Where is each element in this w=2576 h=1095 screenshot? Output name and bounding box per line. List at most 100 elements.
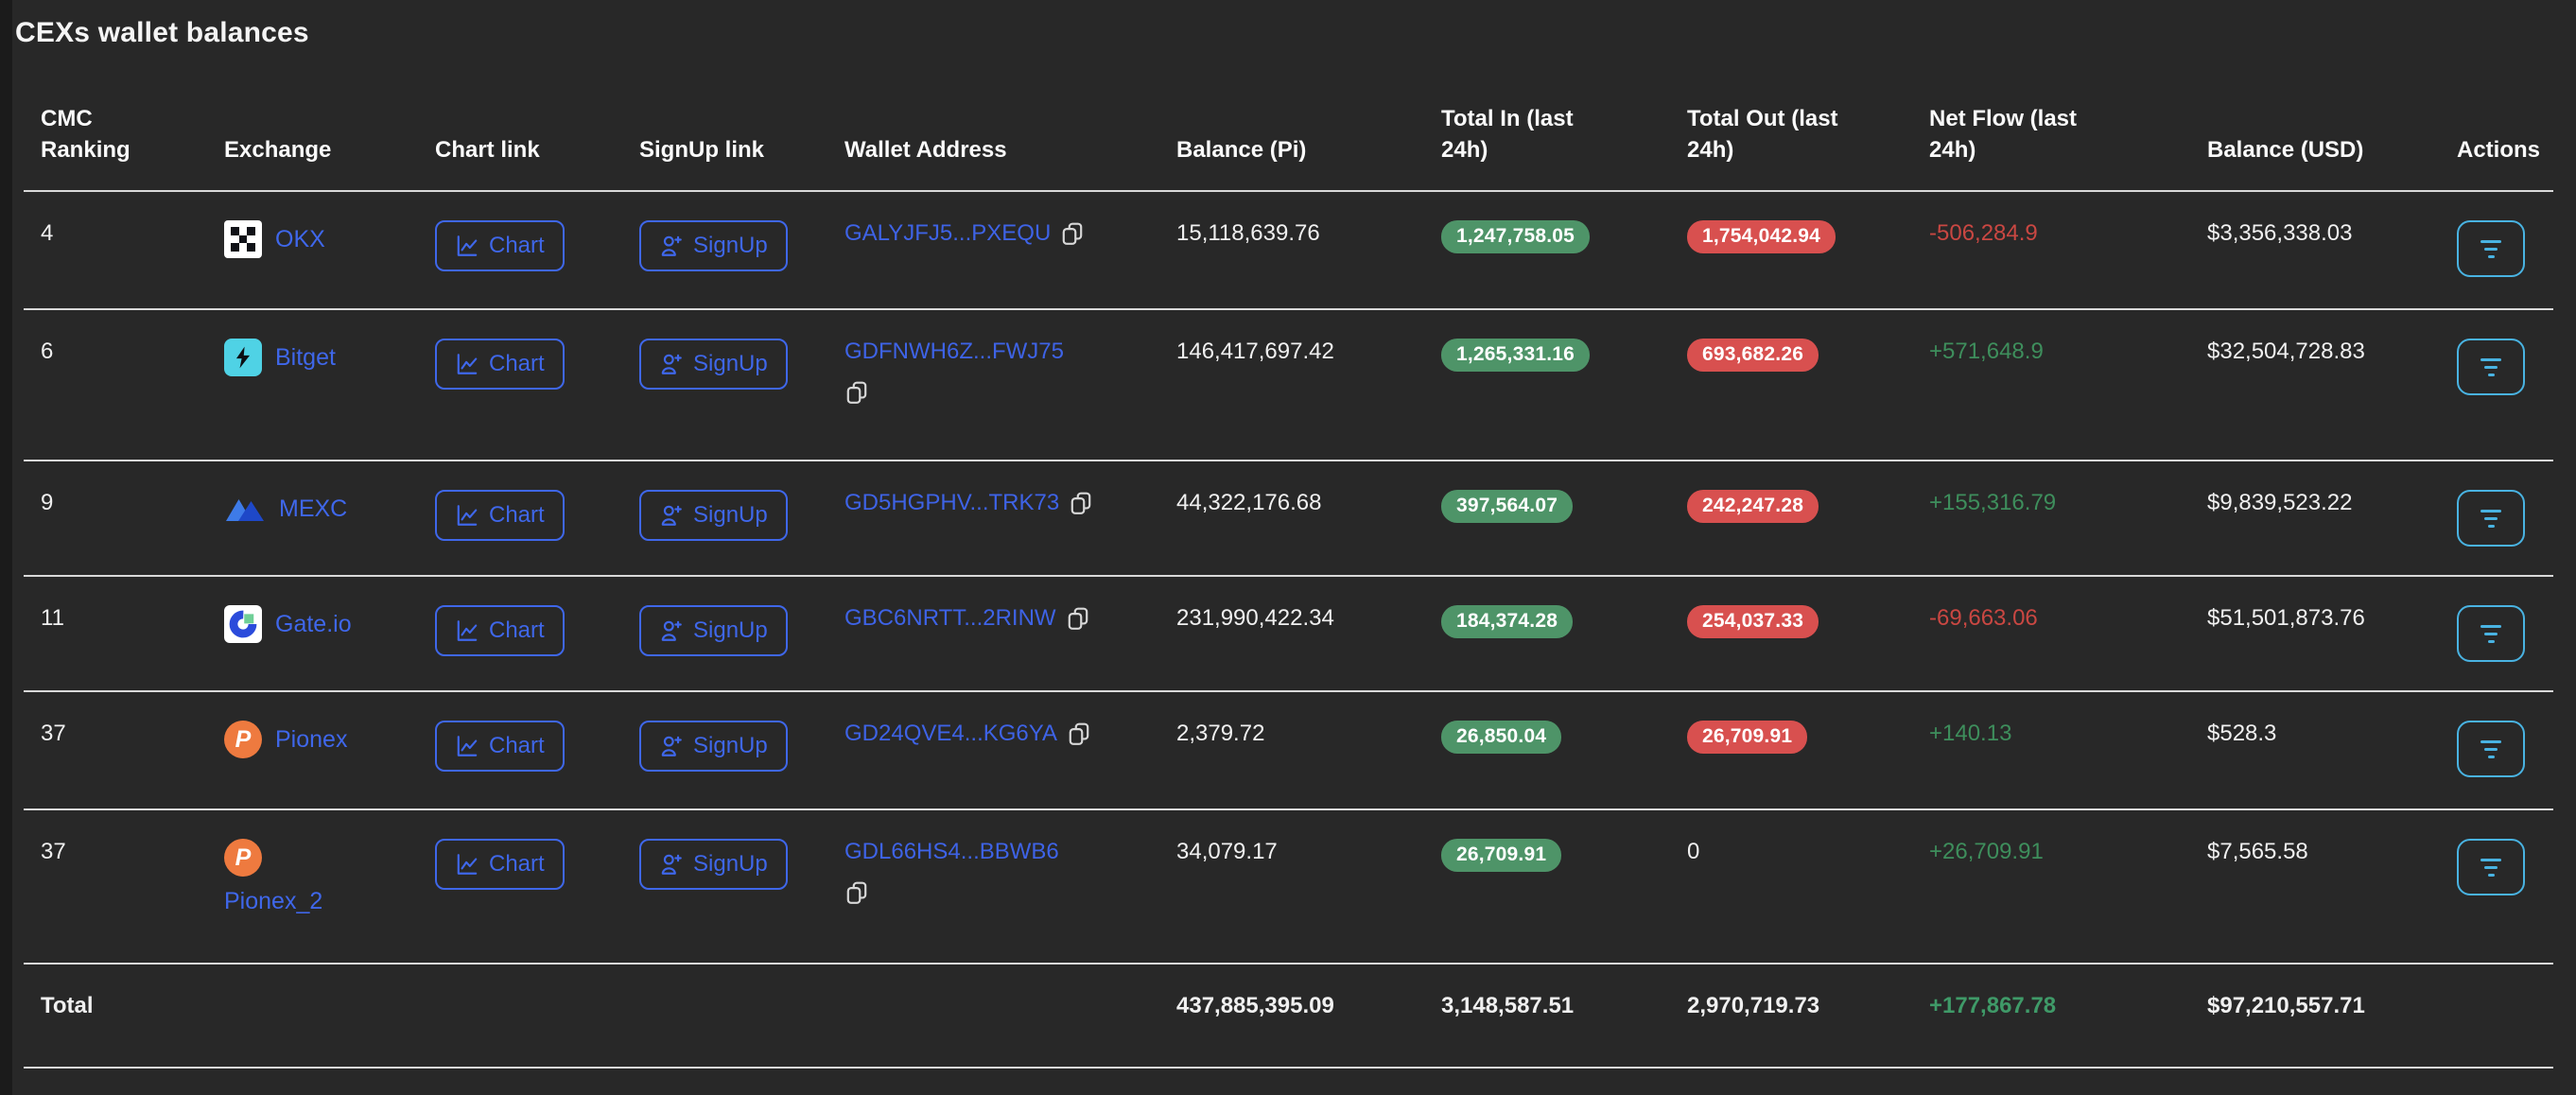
- row-actions-button[interactable]: [2457, 839, 2525, 895]
- net-flow-value: -506,284.9: [1929, 220, 2038, 246]
- chart-line-icon: [455, 618, 479, 643]
- balance-pi-value: 44,322,176.68: [1176, 490, 1321, 515]
- net-flow-value: +155,316.79: [1929, 490, 2056, 515]
- user-plus-icon: [659, 852, 684, 877]
- wallet-address-link[interactable]: GD5HGPHV...TRK73: [844, 490, 1059, 516]
- balance-pi-value: 146,417,697.42: [1176, 339, 1334, 364]
- balance-pi-value: 15,118,639.76: [1176, 220, 1320, 246]
- table-row: 9 MEXC Chart SignUp: [24, 461, 2553, 576]
- total-label: Total: [24, 964, 207, 1068]
- cmc-ranking-value: 37: [41, 721, 66, 746]
- row-actions-button[interactable]: [2457, 490, 2525, 547]
- exchange-link[interactable]: Pionex: [275, 726, 347, 754]
- wallet-address-link[interactable]: GDL66HS4...BBWB6: [844, 839, 1059, 865]
- copy-address-icon[interactable]: [844, 380, 869, 405]
- signup-link-button[interactable]: SignUp: [639, 339, 788, 390]
- wallet-address-link[interactable]: GALYJFJ5...PXEQU: [844, 220, 1051, 247]
- exchange-logo-icon: [224, 339, 262, 376]
- row-actions-button[interactable]: [2457, 605, 2525, 662]
- exchange-link[interactable]: Bitget: [275, 344, 336, 372]
- chart-link-button[interactable]: Chart: [435, 605, 565, 656]
- copy-address-icon[interactable]: [844, 880, 869, 905]
- cmc-ranking-value: 11: [41, 605, 64, 631]
- total-in-badge: 26,850.04: [1441, 721, 1561, 754]
- user-plus-icon: [659, 618, 684, 643]
- net-flow-value: +26,709.91: [1929, 839, 2044, 864]
- balance-usd-value: $9,839,523.22: [2207, 490, 2352, 515]
- exchange-cell: P Pionex: [224, 721, 401, 758]
- chart-link-button[interactable]: Chart: [435, 220, 565, 271]
- wallet-address-cell: GDL66HS4...BBWB6: [844, 839, 1142, 905]
- copy-address-icon[interactable]: [1060, 221, 1085, 246]
- wallet-address-link[interactable]: GBC6NRTT...2RINW: [844, 605, 1056, 632]
- cmc-ranking-value: 9: [41, 490, 53, 515]
- exchange-logo-icon: P: [224, 721, 262, 758]
- copy-address-icon[interactable]: [1067, 721, 1091, 746]
- exchange-link[interactable]: Gate.io: [275, 611, 352, 638]
- exchange-logo-icon: [224, 220, 262, 258]
- balance-usd-value: $51,501,873.76: [2207, 605, 2365, 631]
- wallet-address-cell: GBC6NRTT...2RINW: [844, 605, 1142, 632]
- balance-pi-value: 231,990,422.34: [1176, 605, 1334, 631]
- exchange-link[interactable]: Pionex_2: [224, 888, 322, 915]
- filter-icon: [2480, 240, 2501, 258]
- cmc-ranking-value: 37: [41, 839, 66, 864]
- table-header-row: CMCRankingExchangeChart linkSignUp linkW…: [24, 49, 2553, 191]
- column-header-wallet-address: Wallet Address: [827, 49, 1159, 191]
- table-row: 37 P Pionex Chart SignUp: [24, 691, 2553, 809]
- wallet-address-cell: GD24QVE4...KG6YA: [844, 721, 1142, 747]
- cex-wallet-table: CMCRankingExchangeChart linkSignUp linkW…: [24, 49, 2553, 1069]
- wallet-balances-card: CMCRankingExchangeChart linkSignUp linkW…: [24, 49, 2553, 1069]
- exchange-logo-icon: [224, 605, 262, 643]
- page-title: CEXs wallet balances: [0, 0, 2576, 49]
- table-row: 37 P Pionex_2 Chart SignUp: [24, 809, 2553, 964]
- signup-link-button[interactable]: SignUp: [639, 839, 788, 890]
- exchange-cell: MEXC: [224, 490, 401, 528]
- signup-link-button[interactable]: SignUp: [639, 220, 788, 271]
- total-out-value: 0: [1687, 839, 1699, 864]
- total-in-badge: 26,709.91: [1441, 839, 1561, 872]
- column-header-cmc-ranking: CMCRanking: [24, 49, 207, 191]
- row-actions-button[interactable]: [2457, 339, 2525, 395]
- row-actions-button[interactable]: [2457, 721, 2525, 777]
- total-row: Total 437,885,395.09 3,148,587.51 2,970,…: [24, 964, 2553, 1068]
- column-header-exchange: Exchange: [207, 49, 418, 191]
- copy-address-icon[interactable]: [1069, 491, 1093, 515]
- net-flow-value: +140.13: [1929, 721, 2011, 746]
- total-in-sum: 3,148,587.51: [1424, 964, 1670, 1068]
- copy-address-icon[interactable]: [1066, 606, 1090, 631]
- wallet-address-link[interactable]: GDFNWH6Z...FWJ75: [844, 339, 1064, 365]
- user-plus-icon: [659, 352, 684, 376]
- total-out-value: 26,709.91: [1687, 721, 1807, 754]
- chart-line-icon: [455, 734, 479, 758]
- balance-usd-value: $7,565.58: [2207, 839, 2308, 864]
- chart-link-button[interactable]: Chart: [435, 490, 565, 541]
- chart-line-icon: [455, 503, 479, 528]
- user-plus-icon: [659, 503, 684, 528]
- exchange-link[interactable]: OKX: [275, 226, 325, 253]
- signup-link-button[interactable]: SignUp: [639, 605, 788, 656]
- total-out-value: 693,682.26: [1687, 339, 1819, 372]
- chart-link-button[interactable]: Chart: [435, 339, 565, 390]
- chart-link-button[interactable]: Chart: [435, 721, 565, 772]
- chart-link-button[interactable]: Chart: [435, 839, 565, 890]
- balance-usd-value: $3,356,338.03: [2207, 220, 2352, 246]
- chart-line-icon: [455, 234, 479, 258]
- column-header-actions: Actions: [2440, 49, 2553, 191]
- table-row: 4 OKX Chart SignUp: [24, 191, 2553, 309]
- exchange-link[interactable]: MEXC: [279, 495, 347, 523]
- wallet-address-cell: GD5HGPHV...TRK73: [844, 490, 1142, 516]
- signup-link-button[interactable]: SignUp: [639, 721, 788, 772]
- table-row: 11 Gate.io Chart SignUp: [24, 576, 2553, 691]
- total-net-flow: +177,867.78: [1929, 993, 2056, 1018]
- column-header-total-in-last-24h: Total In (last24h): [1424, 49, 1670, 191]
- filter-icon: [2480, 740, 2501, 758]
- signup-link-button[interactable]: SignUp: [639, 490, 788, 541]
- chart-line-icon: [455, 852, 479, 877]
- wallet-address-link[interactable]: GD24QVE4...KG6YA: [844, 721, 1057, 747]
- filter-icon: [2480, 625, 2501, 643]
- net-flow-value: +571,648.9: [1929, 339, 2044, 364]
- total-in-badge: 1,265,331.16: [1441, 339, 1590, 372]
- wallet-address-cell: GALYJFJ5...PXEQU: [844, 220, 1142, 247]
- row-actions-button[interactable]: [2457, 220, 2525, 277]
